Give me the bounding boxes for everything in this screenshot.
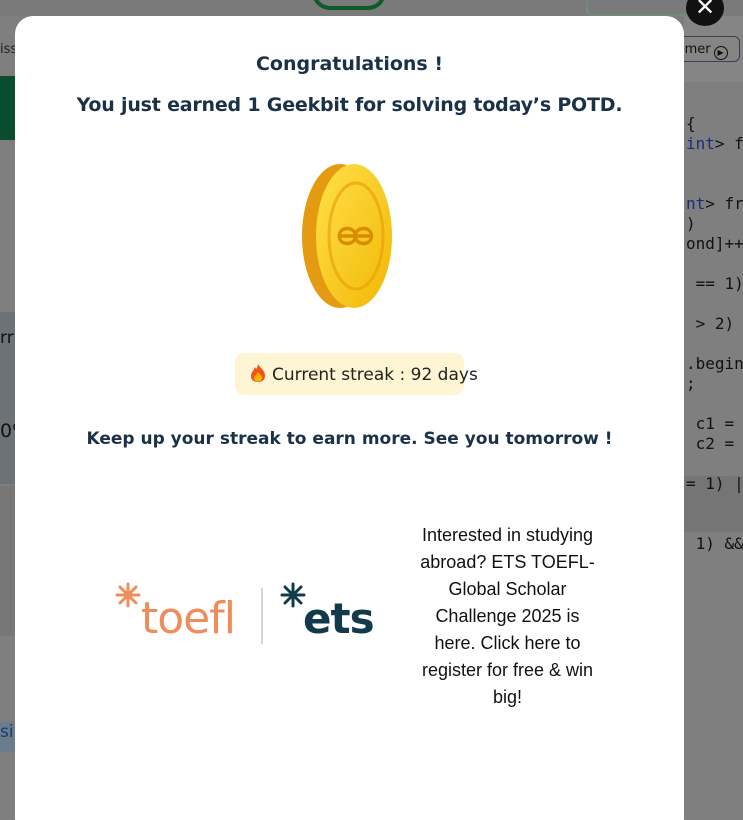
encouragement-text: Keep up your streak to earn more. See yo…	[86, 429, 613, 449]
code-line: > 2)	[686, 314, 735, 333]
code-line: 1) &&	[686, 534, 743, 553]
play-icon: ▶	[713, 46, 728, 60]
code-line: c2 =	[686, 434, 735, 453]
fire-icon	[249, 363, 267, 388]
svg-text:toefl: toefl	[141, 593, 235, 644]
problem-panel: iss rr 0% si	[0, 16, 30, 820]
svg-text:ets: ets	[303, 594, 374, 643]
code-line: .begin	[686, 354, 743, 373]
code-line: nt> fr	[686, 194, 743, 213]
gfg-logo	[312, 0, 386, 10]
code-editor: {int> f nt> fr) ond]++ == 1) > 2) .begin;…	[686, 114, 743, 554]
timer-button: imer ▶	[678, 36, 740, 62]
editor-toolbar: imer ▶	[678, 16, 743, 82]
bg-text: rr	[0, 328, 14, 348]
code-line: c1 =	[686, 414, 735, 433]
code-line: ond]++	[686, 234, 743, 253]
code-line: int> f	[686, 134, 743, 153]
streak-label: Current streak : 92 days	[272, 365, 478, 385]
code-line: ;	[686, 374, 696, 393]
toefl-ets-logo[interactable]: toefl ets	[115, 582, 375, 650]
code-line: == 1)	[686, 274, 743, 293]
streak-badge: Current streak : 92 days	[235, 353, 478, 395]
potd-reward-modal: Congratulations ! You just earned 1 Geek…	[15, 16, 684, 820]
code-line: )	[686, 214, 696, 233]
promo-link-text[interactable]: Interested in studying abroad? ETS TOEFL…	[420, 522, 595, 711]
geekbit-coin-icon	[300, 163, 400, 313]
bg-banner	[0, 76, 16, 140]
code-line: {	[686, 114, 696, 133]
code-line: = 1) |	[686, 474, 743, 493]
bg-card-2	[0, 486, 16, 636]
bg-text: si	[0, 722, 16, 752]
timer-label: imer	[681, 42, 711, 57]
modal-subtitle: You just earned 1 Geekbit for solving to…	[76, 94, 623, 116]
modal-title: Congratulations !	[255, 53, 444, 75]
